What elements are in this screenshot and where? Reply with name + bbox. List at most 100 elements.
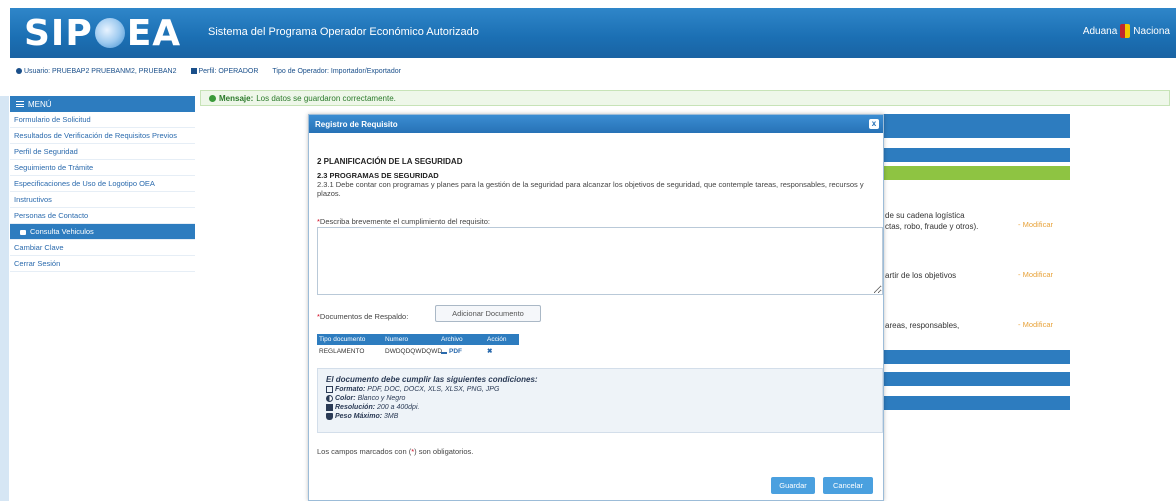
profile-info-text: Perfil: OPERADOR — [198, 67, 259, 75]
delete-icon-glyph: ✖ — [487, 348, 493, 355]
sidebar-item-clave[interactable]: Cambiar Clave — [10, 240, 195, 256]
resolution-value: 200 a 400dpi. — [377, 404, 420, 411]
modify-link-3[interactable]: - Modificar — [1018, 320, 1053, 329]
user-info-bar: Usuario: PRUEBAP2 PRUEBANM2, PRUEBAN2 Pe… — [10, 64, 1176, 78]
required-fields-note: Los campos marcados con (*) son obligato… — [317, 447, 473, 456]
modify-link-1-label: Modificar — [1022, 220, 1054, 229]
file-icon — [326, 385, 333, 393]
car-icon — [20, 229, 26, 235]
app-logo[interactable]: SIP EA — [24, 12, 181, 54]
profile-info: Perfil: OPERADOR — [190, 67, 259, 75]
docs-label: *Documentos de Respaldo: — [317, 312, 408, 321]
format-label: Formato: — [335, 386, 366, 393]
bg-row1-text: de su cadena logística ctas, robo, fraude… — [885, 210, 978, 232]
cancel-button[interactable]: Cancelar — [823, 477, 873, 494]
modal-title-bar: Registro de Requisito x — [309, 115, 883, 133]
check-icon — [209, 94, 216, 102]
pdf-link-label: PDF — [449, 347, 462, 355]
sidebar-item-cerrar[interactable]: Cerrar Sesión — [10, 256, 195, 272]
sidebar-item-seguimiento[interactable]: Seguimiento de Trámite — [10, 160, 195, 176]
sidebar-item-solicitud[interactable]: Formulario de Solicitud — [10, 112, 195, 128]
bg-row1-line1: de su cadena logística — [885, 211, 965, 220]
col-numero: Numero — [385, 336, 409, 343]
close-icon[interactable]: x — [869, 119, 879, 129]
bg-panel-header — [870, 114, 1070, 138]
condition-resolution: Resolución: 200 a 400dpi. — [326, 403, 874, 412]
sidebar-item-instructivos[interactable]: Instructivos — [10, 192, 195, 208]
col-archivo: Archivo — [441, 336, 463, 343]
resolution-label: Resolución: — [335, 404, 376, 411]
bg-row1-line2: ctas, robo, fraude y otros). — [885, 222, 979, 231]
modify-link-3-label: Modificar — [1022, 320, 1054, 329]
condition-format: Formato: PDF, DOC, DOCX, XLS, XLSX, PNG,… — [326, 385, 874, 394]
success-message: Mensaje: Los datos se guardaron correcta… — [200, 90, 1170, 106]
modal-title: Registro de Requisito — [315, 119, 398, 129]
delete-icon[interactable]: ✖ — [485, 347, 519, 355]
col-tipo: Tipo documento — [319, 336, 366, 343]
cell-tipo: REGLAMENTO — [319, 347, 365, 355]
bg-row3-text: areas, responsables, — [885, 321, 960, 330]
sidebar-item-vehiculos-label: Consulta Vehiculos — [30, 227, 94, 236]
condition-weight: Peso Máximo: 3MB — [326, 412, 874, 421]
header-bar: SIP EA Sistema del Programa Operador Eco… — [10, 8, 1176, 58]
pdf-download-link[interactable]: PDF — [439, 348, 485, 355]
required-note-suffix: ) son obligatorios. — [414, 447, 474, 456]
conditions-title: El documento debe cumplir las siguientes… — [326, 375, 538, 384]
message-text: Los datos se guardaron correctamente. — [256, 93, 396, 103]
bg-green-bar — [870, 166, 1070, 180]
conditions-box: El documento debe cumplir las siguientes… — [317, 368, 883, 433]
sidebar-item-perfil[interactable]: Perfil de Seguridad — [10, 144, 195, 160]
logo-text-left: SIP — [24, 12, 93, 54]
bg-panel-bar-4 — [870, 396, 1070, 410]
sidebar-item-resultados[interactable]: Resultados de Verificación de Requisitos… — [10, 128, 195, 144]
menu-header[interactable]: MENÚ — [10, 96, 195, 112]
bg-panel-bar-2 — [870, 350, 1070, 364]
table-header: Tipo documento Numero Archivo Acción — [317, 334, 519, 345]
menu-icon — [16, 101, 24, 107]
col-accion: Acción — [487, 336, 507, 343]
cell-numero: DWDQDQWDQWD — [385, 347, 443, 355]
add-document-button[interactable]: Adicionar Documento — [435, 305, 541, 322]
requirement-modal: Registro de Requisito x 2 PLANIFICACIÓN … — [308, 114, 884, 501]
sidebar-item-contacto[interactable]: Personas de Contacto — [10, 208, 195, 224]
brand-suffix: Naciona — [1133, 25, 1170, 37]
describe-label-text: Describa brevemente el cumplimiento del … — [319, 217, 491, 226]
download-icon — [441, 348, 447, 354]
brand-text: Aduana — [1082, 25, 1118, 37]
subsection-title: 2.3 PROGRAMAS DE SEGURIDAD — [317, 171, 439, 180]
weight-icon — [326, 412, 333, 420]
message-prefix: Mensaje: — [219, 93, 254, 103]
requirement-description: 2.3.1 Debe contar con programas y planes… — [317, 180, 864, 198]
bg-row2-text: artir de los objetivos — [885, 271, 957, 280]
condition-color: Color: Blanco y Negro — [326, 394, 874, 403]
modify-link-1[interactable]: - Modificar — [1018, 220, 1053, 229]
bg-panel-bar — [870, 148, 1070, 162]
user-info-text: Usuario: PRUEBAP2 PRUEBANM2, PRUEBAN2 — [24, 67, 177, 75]
globe-icon — [94, 18, 125, 48]
color-icon — [326, 394, 333, 402]
compliance-textarea[interactable] — [317, 227, 883, 295]
logo-text-right: EA — [126, 12, 182, 54]
operator-type: Tipo de Operador: Importador/Exportador — [272, 67, 401, 75]
documents-table: Tipo documento Numero Archivo Acción REG… — [317, 334, 519, 357]
required-note-prefix: Los campos marcados con ( — [317, 447, 412, 456]
sidebar-item-logotipo[interactable]: Especificaciones de Uso de Logotipo OEA — [10, 176, 195, 192]
user-info: Usuario: PRUEBAP2 PRUEBANM2, PRUEBAN2 — [16, 68, 177, 75]
section-title: 2 PLANIFICACIÓN DE LA SEGURIDAD — [317, 157, 463, 166]
brand-mark-icon — [1120, 24, 1131, 38]
weight-label: Peso Máximo: — [335, 413, 383, 420]
sidebar: MENÚ Formulario de Solicitud Resultados … — [10, 96, 195, 501]
weight-value: 3MB — [384, 413, 399, 420]
color-value: Blanco y Negro — [357, 395, 406, 402]
brand-logo: Aduana Naciona — [1083, 24, 1170, 38]
modify-link-2-label: Modificar — [1022, 270, 1054, 279]
menu-label: MENÚ — [28, 99, 52, 109]
sidebar-rail — [0, 96, 9, 501]
modify-link-2[interactable]: - Modificar — [1018, 270, 1053, 279]
color-label: Color: — [335, 395, 356, 402]
save-button[interactable]: Guardar — [771, 477, 815, 494]
sidebar-item-vehiculos[interactable]: Consulta Vehiculos — [10, 224, 195, 240]
profile-icon — [190, 67, 197, 74]
image-icon — [326, 403, 333, 411]
describe-label: *Describa brevemente el cumplimiento del… — [317, 217, 490, 226]
